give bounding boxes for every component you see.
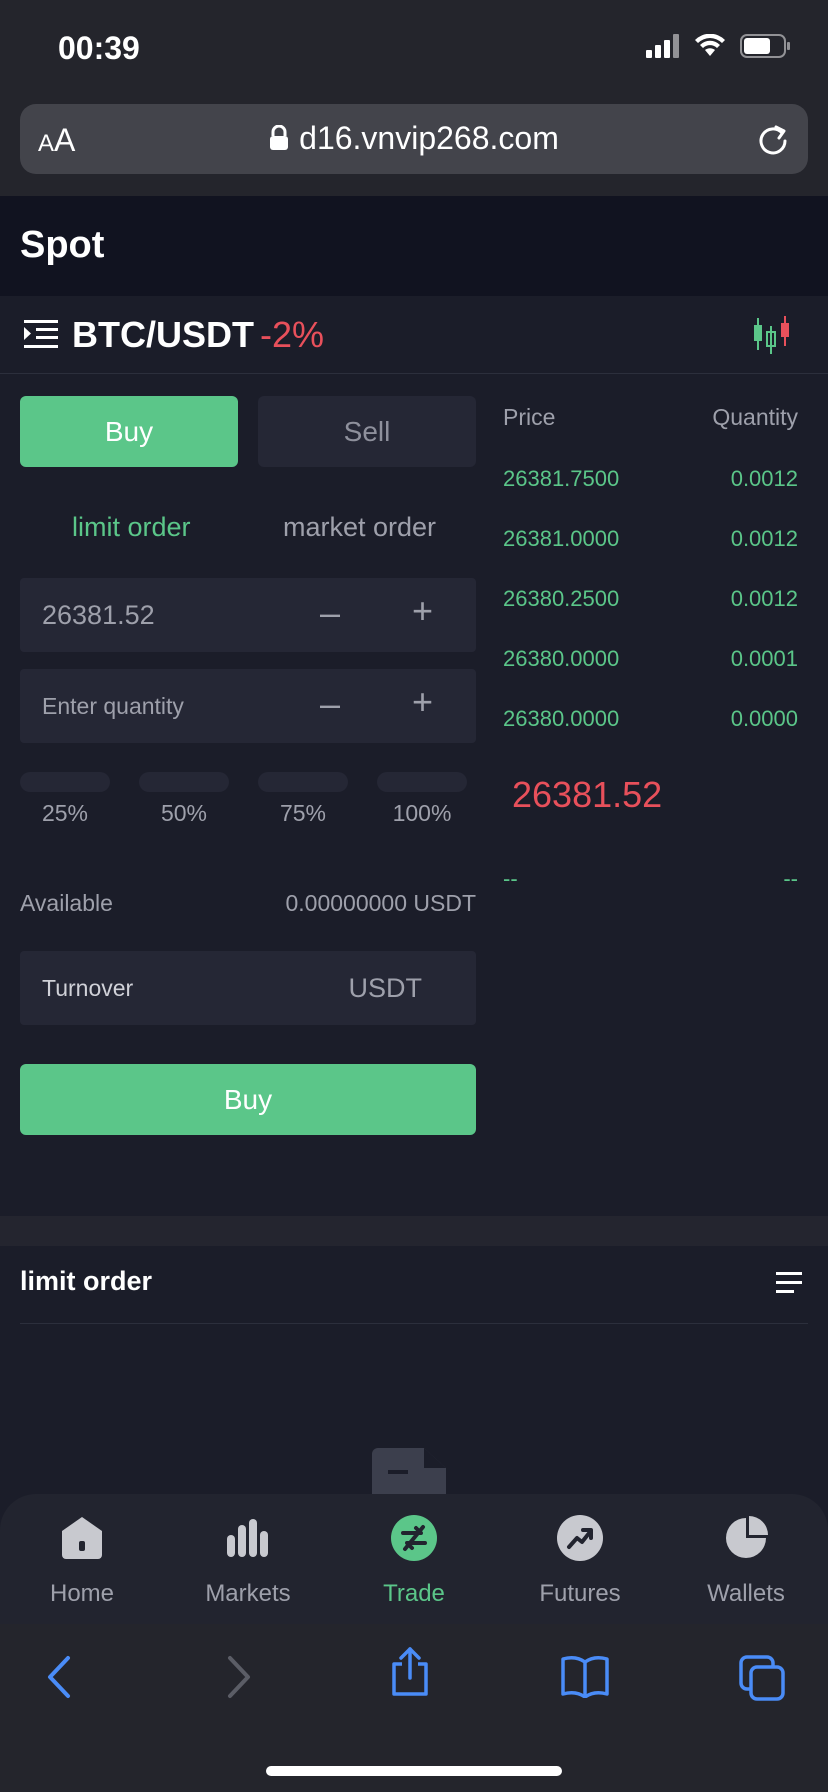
turnover-label: Turnover xyxy=(42,975,134,1001)
percent-50-button[interactable] xyxy=(139,772,229,792)
tab-sell[interactable]: Sell xyxy=(258,396,476,467)
status-time: 00:39 xyxy=(58,30,140,66)
section-divider xyxy=(0,1216,828,1246)
percent-75-button[interactable] xyxy=(258,772,348,792)
browser-toolbar: AA d16.vnvip268.com xyxy=(0,96,828,196)
orders-divider xyxy=(20,1323,808,1324)
pair-list-icon[interactable] xyxy=(24,318,58,350)
orderbook-row-quantity: 0.0012 xyxy=(730,526,798,551)
available-label: Available xyxy=(20,890,113,916)
turnover-field[interactable]: Turnover USDT xyxy=(20,951,476,1025)
page-title: Spot xyxy=(20,224,105,266)
bottom-nav: Home Markets Trade Futures Wallets xyxy=(0,1494,828,1624)
orderbook-price-header: Price xyxy=(503,404,556,430)
share-icon[interactable] xyxy=(388,1646,432,1698)
orderbook-row-price[interactable]: 26380.0000 xyxy=(503,706,619,732)
pair-selector[interactable]: BTC/USDT -2% xyxy=(72,314,324,356)
price-input[interactable]: 26381.52 xyxy=(42,600,155,631)
nav-futures-label: Futures xyxy=(539,1580,621,1607)
price-decrement-button[interactable]: – xyxy=(320,592,340,634)
percent-25-button[interactable] xyxy=(20,772,110,792)
percent-100-label: 100% xyxy=(392,800,452,826)
percent-100-button[interactable] xyxy=(377,772,467,792)
url-field[interactable]: d16.vnvip268.com xyxy=(20,120,808,157)
page-header: Spot xyxy=(0,196,828,296)
order-type-market[interactable]: market order xyxy=(283,512,436,543)
wifi-icon xyxy=(695,34,725,56)
orders-header: limit order xyxy=(0,1246,828,1324)
nav-wallets[interactable]: Wallets xyxy=(676,1512,816,1608)
empty-document-icon xyxy=(372,1448,446,1494)
turnover-unit: USDT xyxy=(348,973,423,1003)
nav-wallets-label: Wallets xyxy=(707,1580,785,1607)
pair-name: BTC/USDT xyxy=(72,314,254,355)
available-value: 0.00000000 USDT xyxy=(285,890,476,916)
tabs-icon[interactable] xyxy=(738,1654,786,1702)
candlestick-chart-icon[interactable] xyxy=(752,316,792,354)
nav-home[interactable]: Home xyxy=(12,1512,152,1608)
orders-menu-icon[interactable] xyxy=(776,1272,802,1294)
trade-icon xyxy=(391,1515,437,1561)
nav-markets[interactable]: Markets xyxy=(178,1512,318,1608)
orderbook-row-quantity: 0.0012 xyxy=(730,466,798,491)
nav-markets-label: Markets xyxy=(205,1580,291,1607)
lock-icon xyxy=(270,124,289,150)
orderbook-row-price[interactable]: 26380.2500 xyxy=(503,586,619,612)
status-icons xyxy=(646,34,792,58)
buy-submit-button[interactable]: Buy xyxy=(20,1064,476,1135)
orderbook-row-quantity: 0.0000 xyxy=(730,706,798,731)
quantity-increment-button[interactable]: + xyxy=(412,681,433,723)
bookmarks-icon[interactable] xyxy=(560,1654,610,1698)
markets-icon xyxy=(227,1519,268,1557)
orderbook-row-quantity: 0.0001 xyxy=(730,646,798,671)
home-indicator xyxy=(266,1766,562,1776)
nav-trade[interactable]: Trade xyxy=(344,1512,484,1608)
percent-50-label: 50% xyxy=(160,800,208,826)
pair-change: -2% xyxy=(260,314,325,355)
orderbook-row-quantity: 0.0012 xyxy=(730,586,798,611)
wallets-icon xyxy=(726,1516,768,1558)
nav-trade-label: Trade xyxy=(383,1580,445,1607)
forward-icon[interactable] xyxy=(220,1654,256,1700)
price-stepper: 26381.52 – + xyxy=(20,578,476,652)
cellular-signal-icon xyxy=(646,34,679,58)
orderbook-row-price[interactable]: 26381.7500 xyxy=(503,466,619,492)
last-price: 26381.52 xyxy=(512,774,663,815)
bid-quantity-placeholder: -- xyxy=(783,866,798,891)
reload-icon[interactable] xyxy=(756,122,790,156)
back-icon[interactable] xyxy=(42,1654,78,1700)
percent-75-label: 75% xyxy=(279,800,327,826)
nav-home-label: Home xyxy=(49,1580,115,1607)
pair-row: BTC/USDT -2% xyxy=(0,296,828,374)
quantity-input[interactable]: Enter quantity xyxy=(42,693,184,720)
tab-buy[interactable]: Buy xyxy=(20,396,238,467)
futures-icon xyxy=(557,1515,603,1561)
nav-futures[interactable]: Futures xyxy=(510,1512,650,1608)
url-text: d16.vnvip268.com xyxy=(299,120,559,156)
bid-price-placeholder: -- xyxy=(503,866,518,891)
percent-25-label: 25% xyxy=(41,800,89,826)
status-bar: 00:39 xyxy=(0,0,828,96)
orderbook-quantity-header: Quantity xyxy=(712,404,798,430)
quantity-decrement-button[interactable]: – xyxy=(320,683,340,725)
orders-title: limit order xyxy=(20,1266,153,1296)
orderbook-row-price[interactable]: 26381.0000 xyxy=(503,526,619,552)
home-icon xyxy=(62,1517,102,1559)
quantity-stepper: Enter quantity – + xyxy=(20,669,476,743)
price-increment-button[interactable]: + xyxy=(412,590,433,632)
address-bar[interactable]: AA d16.vnvip268.com xyxy=(20,104,808,174)
orderbook-row-price[interactable]: 26380.0000 xyxy=(503,646,619,672)
battery-icon xyxy=(740,34,790,58)
order-type-limit[interactable]: limit order xyxy=(72,512,191,543)
